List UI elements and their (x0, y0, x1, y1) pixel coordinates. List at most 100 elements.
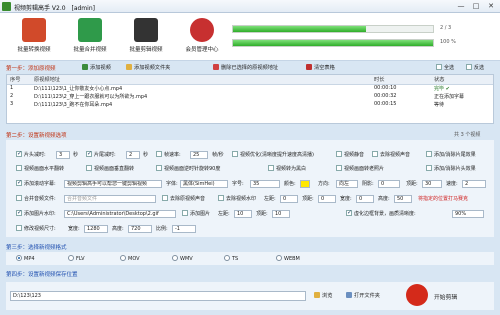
blur-border-checkbox[interactable]: 虚化边框背景，画质清晰度: (346, 209, 416, 217)
shadow-label: 阴影: (362, 181, 374, 187)
table-row[interactable]: 3 D:\111\123\3_跑不在你耳朵.mp4 00:00:15 等待 (7, 100, 493, 108)
rotate-checkbox[interactable]: 视频画面逆时针旋转90度 (156, 165, 220, 172)
mosaic-left-input[interactable]: 0 (280, 195, 298, 203)
top-label: 顶距: (302, 196, 314, 202)
format-mov-radio[interactable]: MOV (120, 255, 140, 262)
subtitle-checkbox[interactable]: 添加滚动字幕: (16, 179, 56, 187)
resize-checkbox[interactable]: 修改视频尺寸: (16, 225, 56, 232)
audio-file-input[interactable]: 合并音频文件 (64, 195, 156, 203)
image-left-input[interactable]: 10 (234, 210, 252, 218)
color-swatch[interactable] (300, 180, 310, 188)
font-size-select[interactable]: 35 (250, 180, 280, 188)
add-image-checkbox[interactable]: 添加图片 (182, 210, 210, 217)
invert-selection-checkbox[interactable]: 反选 (466, 64, 484, 71)
unit-label: 秒 (73, 152, 79, 158)
remove-watermark-checkbox[interactable]: 去除视频水印 (218, 195, 256, 202)
top-label: 顶距: (406, 181, 418, 187)
image-path-input[interactable]: C:\Users\Administrator\Desktop\2.gif (64, 210, 176, 218)
select-all-checkbox[interactable]: 全选 (436, 64, 454, 71)
folder-icon (314, 292, 320, 298)
fps-checkbox[interactable]: 帧速率: (156, 151, 181, 158)
width-label: 宽度: (340, 196, 352, 202)
resize-width-input[interactable]: 1280 (84, 225, 108, 233)
size-label: 字号: (232, 181, 244, 187)
trim-tail-checkbox[interactable]: 片尾减时: (86, 150, 116, 158)
add-folder-button[interactable]: 添加视频文件夹 (126, 64, 170, 71)
mosaic-note: 将指定的位置打马赛克 (418, 196, 469, 202)
format-webm-radio[interactable]: WEBM (276, 255, 300, 262)
merge-audio-checkbox[interactable]: 合并音频文件: (16, 195, 56, 202)
speed-select[interactable]: 2 (462, 180, 486, 188)
remove-voice-checkbox[interactable]: 去除视频声音 (372, 151, 410, 158)
table-row[interactable]: 1 D:\111\123\1_让你敬友女小心点.mp4 00:00:10 完毕 … (7, 84, 493, 92)
delete-selected-button[interactable]: 删除已选择的原视频地址 (213, 64, 278, 71)
fps-input[interactable]: 25 (190, 151, 208, 159)
outro-checkbox[interactable]: 添加/消除片尾效果 (426, 151, 476, 158)
toolbar-label: 批量合并视频 (73, 47, 107, 53)
format-flv-radio[interactable]: FLV (68, 255, 85, 262)
top-label: 顶距: (256, 211, 268, 217)
font-select[interactable]: 黑体(SimHei) (180, 180, 228, 188)
film-merge-icon (78, 18, 102, 42)
maximize-button[interactable]: □ (469, 1, 483, 11)
member-center-button[interactable]: 会员管理中心 (174, 15, 230, 59)
mute-checkbox[interactable]: 视频静音 (336, 151, 364, 158)
ratio-select[interactable]: -1 (172, 225, 196, 233)
save-group: D:\123\123 浏览 打开文件夹 开始剪辑 (6, 282, 494, 310)
step4-label: 第四步：设置新视频保存位置 (6, 272, 78, 278)
file-count: 共 3 个视频 (454, 132, 481, 138)
col-status: 状态 (431, 75, 493, 85)
open-folder-button[interactable]: 打开文件夹 (346, 292, 380, 299)
speed-label: 速度: (446, 181, 458, 187)
batch-merge-button[interactable]: 批量合并视频 (62, 15, 118, 59)
close-button[interactable]: ✕ (484, 1, 498, 11)
mosaic-height-input[interactable]: 50 (394, 195, 412, 203)
trim-head-input[interactable]: 3 (56, 151, 70, 159)
flip-v-checkbox[interactable]: 视频画面垂直翻转 (86, 165, 134, 172)
clear-table-button[interactable]: 清空表格 (306, 64, 335, 71)
left-label: 左距: (264, 196, 276, 202)
trim-tail-input[interactable]: 2 (126, 151, 140, 159)
image-top-input[interactable]: 10 (272, 210, 290, 218)
add-video-button[interactable]: 添加视频 (82, 64, 111, 71)
image-watermark-checkbox[interactable]: 添加图片水印: (16, 209, 56, 217)
step1-label: 第一步：添加原视频 (6, 66, 56, 72)
top-input[interactable]: 30 (422, 180, 442, 188)
remove-orig-audio-checkbox[interactable]: 去除原视频声音 (162, 195, 205, 202)
main-toolbar: 批量转换视频 批量合并视频 批量剪辑视频 会员管理中心 2 / 3 100 % (0, 13, 500, 61)
add-icon (82, 64, 88, 70)
toolbar-label: 批量转换视频 (17, 47, 51, 53)
save-path-input[interactable]: D:\123\123 (10, 291, 306, 301)
format-group: MP4 FLV MOV WMV TS WEBM (6, 252, 494, 265)
batch-convert-button[interactable]: 批量转换视频 (6, 15, 62, 59)
direction-select[interactable]: 向左 (336, 180, 358, 188)
app-logo-icon (2, 2, 11, 11)
start-icon (406, 284, 428, 306)
font-label: 字体: (166, 181, 178, 187)
overall-progress-text: 100 % (440, 39, 456, 45)
minimize-button[interactable]: — (454, 1, 468, 11)
trim-head-checkbox[interactable]: 片头减时: (16, 150, 46, 158)
grayscale-checkbox[interactable]: 视频转为黑白 (268, 165, 306, 172)
start-edit-button[interactable]: 开始剪辑 (434, 292, 457, 301)
mosaic-width-input[interactable]: 0 (356, 195, 374, 203)
open-folder-icon (346, 292, 352, 298)
intro-checkbox[interactable]: 添加/消除片头效果 (426, 165, 476, 172)
clapper-icon (134, 18, 158, 42)
format-ts-radio[interactable]: TS (224, 255, 238, 262)
format-mp4-radio[interactable]: MP4 (16, 255, 35, 262)
resize-height-input[interactable]: 720 (128, 225, 152, 233)
height-label: 高度: (378, 196, 390, 202)
mosaic-top-input[interactable]: 0 (318, 195, 336, 203)
batch-edit-button[interactable]: 批量剪辑视频 (118, 15, 174, 59)
table-row[interactable]: 2 D:\111\123\2_穿上一跟衣服就可以为所欲为.mp4 00:00:3… (7, 92, 493, 100)
col-path: 原视频地址 (31, 75, 371, 85)
vintage-checkbox[interactable]: 视频画面转老照片 (336, 165, 384, 172)
quality-select[interactable]: 90% (452, 210, 484, 218)
browse-button[interactable]: 浏览 (314, 292, 332, 299)
subtitle-text-input[interactable]: 视频剪辑高手可以帮您一键剪辑视频 (64, 180, 162, 188)
shadow-select[interactable]: 0 (378, 180, 400, 188)
format-wmv-radio[interactable]: WMV (172, 255, 193, 262)
flip-h-checkbox[interactable]: 视频画面水平翻转 (16, 165, 64, 172)
optimize-checkbox[interactable]: 视频优化(清晰度提升速度高清播) (232, 151, 314, 158)
